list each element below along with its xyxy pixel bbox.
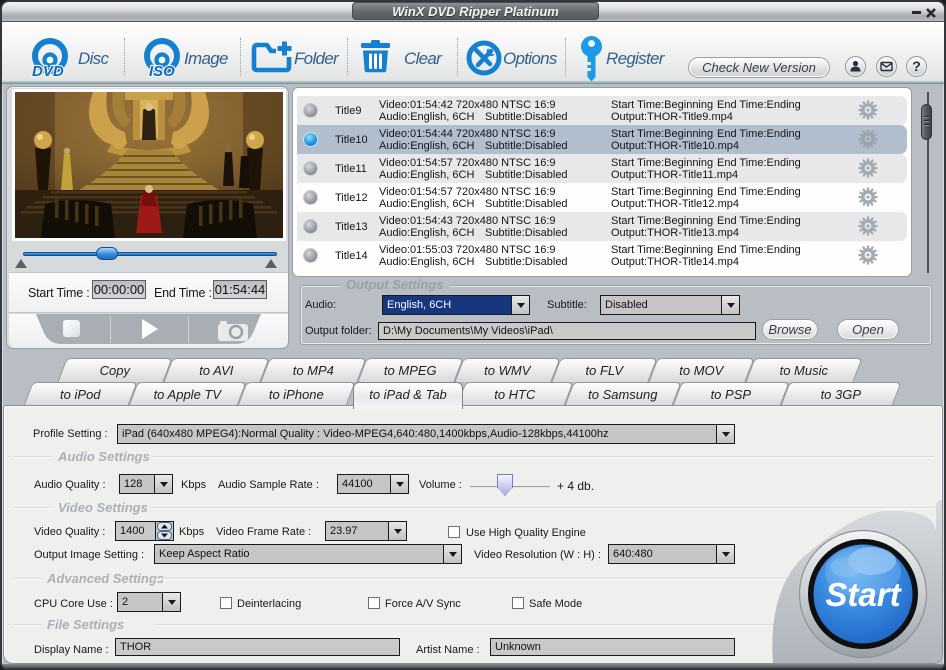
svg-text:ISO: ISO bbox=[149, 63, 175, 80]
svg-text:DVD: DVD bbox=[32, 63, 64, 80]
svg-text:Start: Start bbox=[825, 576, 902, 613]
